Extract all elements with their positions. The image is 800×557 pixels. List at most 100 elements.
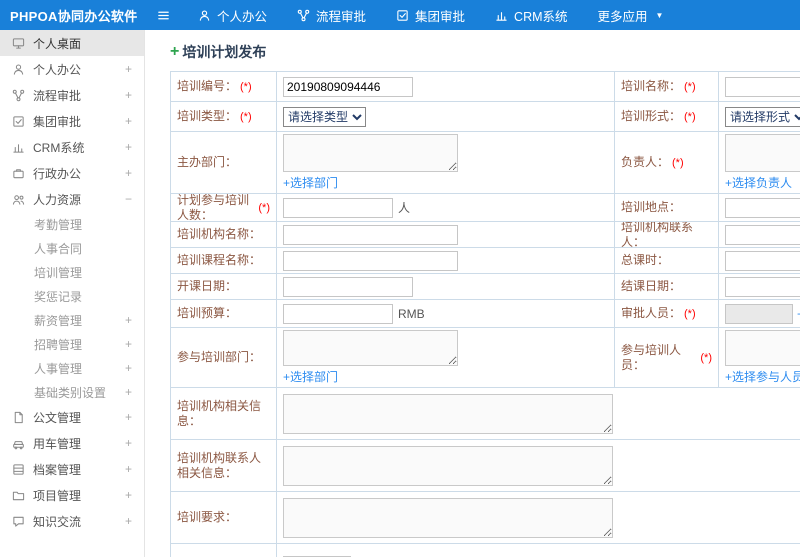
sidebar-item-knowledge[interactable]: 知识交流 + — [0, 508, 144, 534]
hr-icon — [12, 194, 25, 205]
start-date-input[interactable] — [283, 276, 413, 297]
sidebar-subitem-training[interactable]: 培训管理 — [0, 260, 144, 284]
total-hours-label: 总课时： — [621, 253, 670, 267]
org-name-input[interactable] — [283, 224, 458, 245]
nav-label: 集团审批 — [415, 9, 466, 24]
required-marker: (*) — [684, 110, 696, 123]
approver-label: 审批人员： — [621, 306, 682, 320]
sidebar-subitem-personnel[interactable]: 人事管理 + — [0, 356, 144, 380]
approval-icon — [13, 115, 24, 127]
join-person-cell: +选择参与人员 — [719, 328, 800, 388]
page-title-text: 培训计划发布 — [182, 44, 267, 60]
sidebar-item-workflow-approval[interactable]: 流程审批 + — [0, 82, 144, 108]
planned-count-label-cell: 计划参与培训人数： (*) — [171, 194, 277, 222]
chart-icon — [13, 143, 24, 153]
select-leader-link[interactable]: +选择负责人 — [725, 174, 792, 191]
end-date-input[interactable] — [725, 276, 800, 297]
join-person-select-link[interactable]: +选择参与人员 — [725, 368, 800, 385]
sidebar-subitem-rewards[interactable]: 奖惩记录 — [0, 284, 144, 308]
requirement-textarea[interactable] — [283, 497, 613, 538]
car-icon — [13, 440, 24, 449]
nav-label: 个人办公 — [217, 9, 268, 24]
sidebar-item-label: 行政办公 — [33, 166, 82, 181]
sidebar-item-personal-office[interactable]: 个人办公 + — [0, 56, 144, 82]
sidebar: 个人桌面 个人办公 + 流程审批 + 集团审批 + CRM系统 + 行政办公 + — [0, 30, 145, 557]
briefcase-icon — [13, 168, 24, 178]
sidebar-item-hr[interactable]: 人力资源 − — [0, 186, 144, 212]
sidebar-item-vehicle[interactable]: 用车管理 + — [0, 430, 144, 456]
end-date-label-cell: 结课日期： — [615, 274, 719, 300]
sidebar-subitem-label: 薪资管理 — [34, 313, 83, 328]
nav-crm[interactable]: CRM系统 — [480, 0, 582, 30]
join-person-textarea[interactable] — [725, 330, 800, 366]
main-content: + 培训计划发布 培训编号： (*) 培训名称： (*) 培训类型： (*) — [145, 30, 800, 557]
sidebar-item-document[interactable]: 公文管理 + — [0, 404, 144, 430]
expand-indicator: + — [124, 140, 132, 154]
sidebar-subitem-hr-contract[interactable]: 人事合同 — [0, 236, 144, 260]
expand-indicator: + — [124, 488, 132, 502]
join-dept-textarea[interactable] — [283, 330, 458, 366]
planned-count-input[interactable] — [283, 197, 393, 218]
training-name-label-cell: 培训名称： (*) — [615, 72, 719, 102]
sidebar-item-project[interactable]: 项目管理 + — [0, 482, 144, 508]
folder-icon — [12, 491, 25, 500]
join-dept-select-link[interactable]: +选择部门 — [283, 368, 338, 385]
org-name-cell — [277, 222, 615, 248]
nav-more-apps[interactable]: 更多应用 ▼ — [583, 0, 679, 30]
budget-cell: RMB — [277, 300, 615, 328]
org-contact-input[interactable] — [725, 224, 800, 245]
training-type-label: 培训类型： — [177, 109, 238, 123]
org-contact-info-label: 培训机构联系人相关信息： — [177, 450, 262, 480]
unit-rmb: RMB — [398, 306, 425, 321]
sidebar-subitem-label: 培训管理 — [34, 265, 83, 280]
sidebar-subitem-base-category[interactable]: 基础类别设置 + — [0, 380, 144, 404]
page-title: + 培训计划发布 — [170, 42, 800, 62]
total-hours-input[interactable] — [725, 250, 800, 271]
training-no-input[interactable] — [283, 76, 413, 97]
expand-indicator: + — [124, 436, 132, 450]
total-hours-cell — [719, 248, 800, 274]
training-no-label-cell: 培训编号： (*) — [171, 72, 277, 102]
sidebar-item-desktop[interactable]: 个人桌面 — [0, 30, 144, 56]
training-name-input[interactable] — [725, 76, 800, 97]
expand-indicator: + — [124, 514, 132, 528]
nav-personal-office[interactable]: 个人办公 — [183, 0, 282, 30]
org-contact-info-label-cell: 培训机构联系人相关信息： — [171, 440, 277, 492]
menu-toggle-button[interactable] — [149, 9, 177, 22]
leader-textarea[interactable] — [725, 134, 800, 172]
leader-label: 负责人： — [621, 155, 670, 169]
archive-icon — [13, 463, 24, 475]
org-info-textarea[interactable] — [283, 393, 613, 434]
location-label: 培训地点： — [621, 200, 682, 214]
location-input[interactable] — [725, 197, 800, 218]
sidebar-subitem-salary[interactable]: 薪资管理 + — [0, 308, 144, 332]
nav-workflow-approval[interactable]: 流程审批 — [282, 0, 381, 30]
approver-label-cell: 审批人员： (*) — [615, 300, 719, 328]
budget-input[interactable] — [283, 303, 393, 324]
expand-indicator: + — [124, 62, 132, 76]
host-dept-textarea[interactable] — [283, 134, 458, 172]
training-no-label: 培训编号： — [177, 79, 238, 93]
select-dept-link[interactable]: +选择部门 — [283, 174, 338, 191]
nav-label: 更多应用 — [597, 9, 648, 24]
sidebar-subitem-attendance[interactable]: 考勤管理 — [0, 212, 144, 236]
sidebar-item-label: 人力资源 — [33, 192, 82, 207]
org-info-label-cell: 培训机构相关信息： — [171, 388, 277, 440]
sidebar-item-crm[interactable]: CRM系统 + — [0, 134, 144, 160]
join-dept-label-cell: 参与培训部门： — [171, 328, 277, 388]
approver-cell: +选择审批人员 — [719, 300, 800, 328]
sidebar-item-archive[interactable]: 档案管理 + — [0, 456, 144, 482]
sidebar-item-group-approval[interactable]: 集团审批 + — [0, 108, 144, 134]
training-type-select[interactable]: 请选择类型 — [283, 106, 366, 127]
sidebar-item-admin-office[interactable]: 行政办公 + — [0, 160, 144, 186]
org-contact-info-textarea[interactable] — [283, 445, 613, 486]
expand-indicator: + — [124, 361, 132, 375]
course-name-input[interactable] — [283, 250, 458, 271]
approver-input[interactable] — [725, 303, 793, 324]
nav-group-approval[interactable]: 集团审批 — [381, 0, 480, 30]
host-dept-label: 主办部门： — [177, 155, 238, 169]
topbar: PHPOA协同办公软件 个人办公 流程审批 集团审批 CRM系统 更多应用 ▼ — [0, 0, 800, 30]
sidebar-subitem-recruit[interactable]: 招聘管理 + — [0, 332, 144, 356]
host-dept-label-cell: 主办部门： — [171, 132, 277, 194]
training-form-select[interactable]: 请选择形式 — [725, 106, 800, 127]
